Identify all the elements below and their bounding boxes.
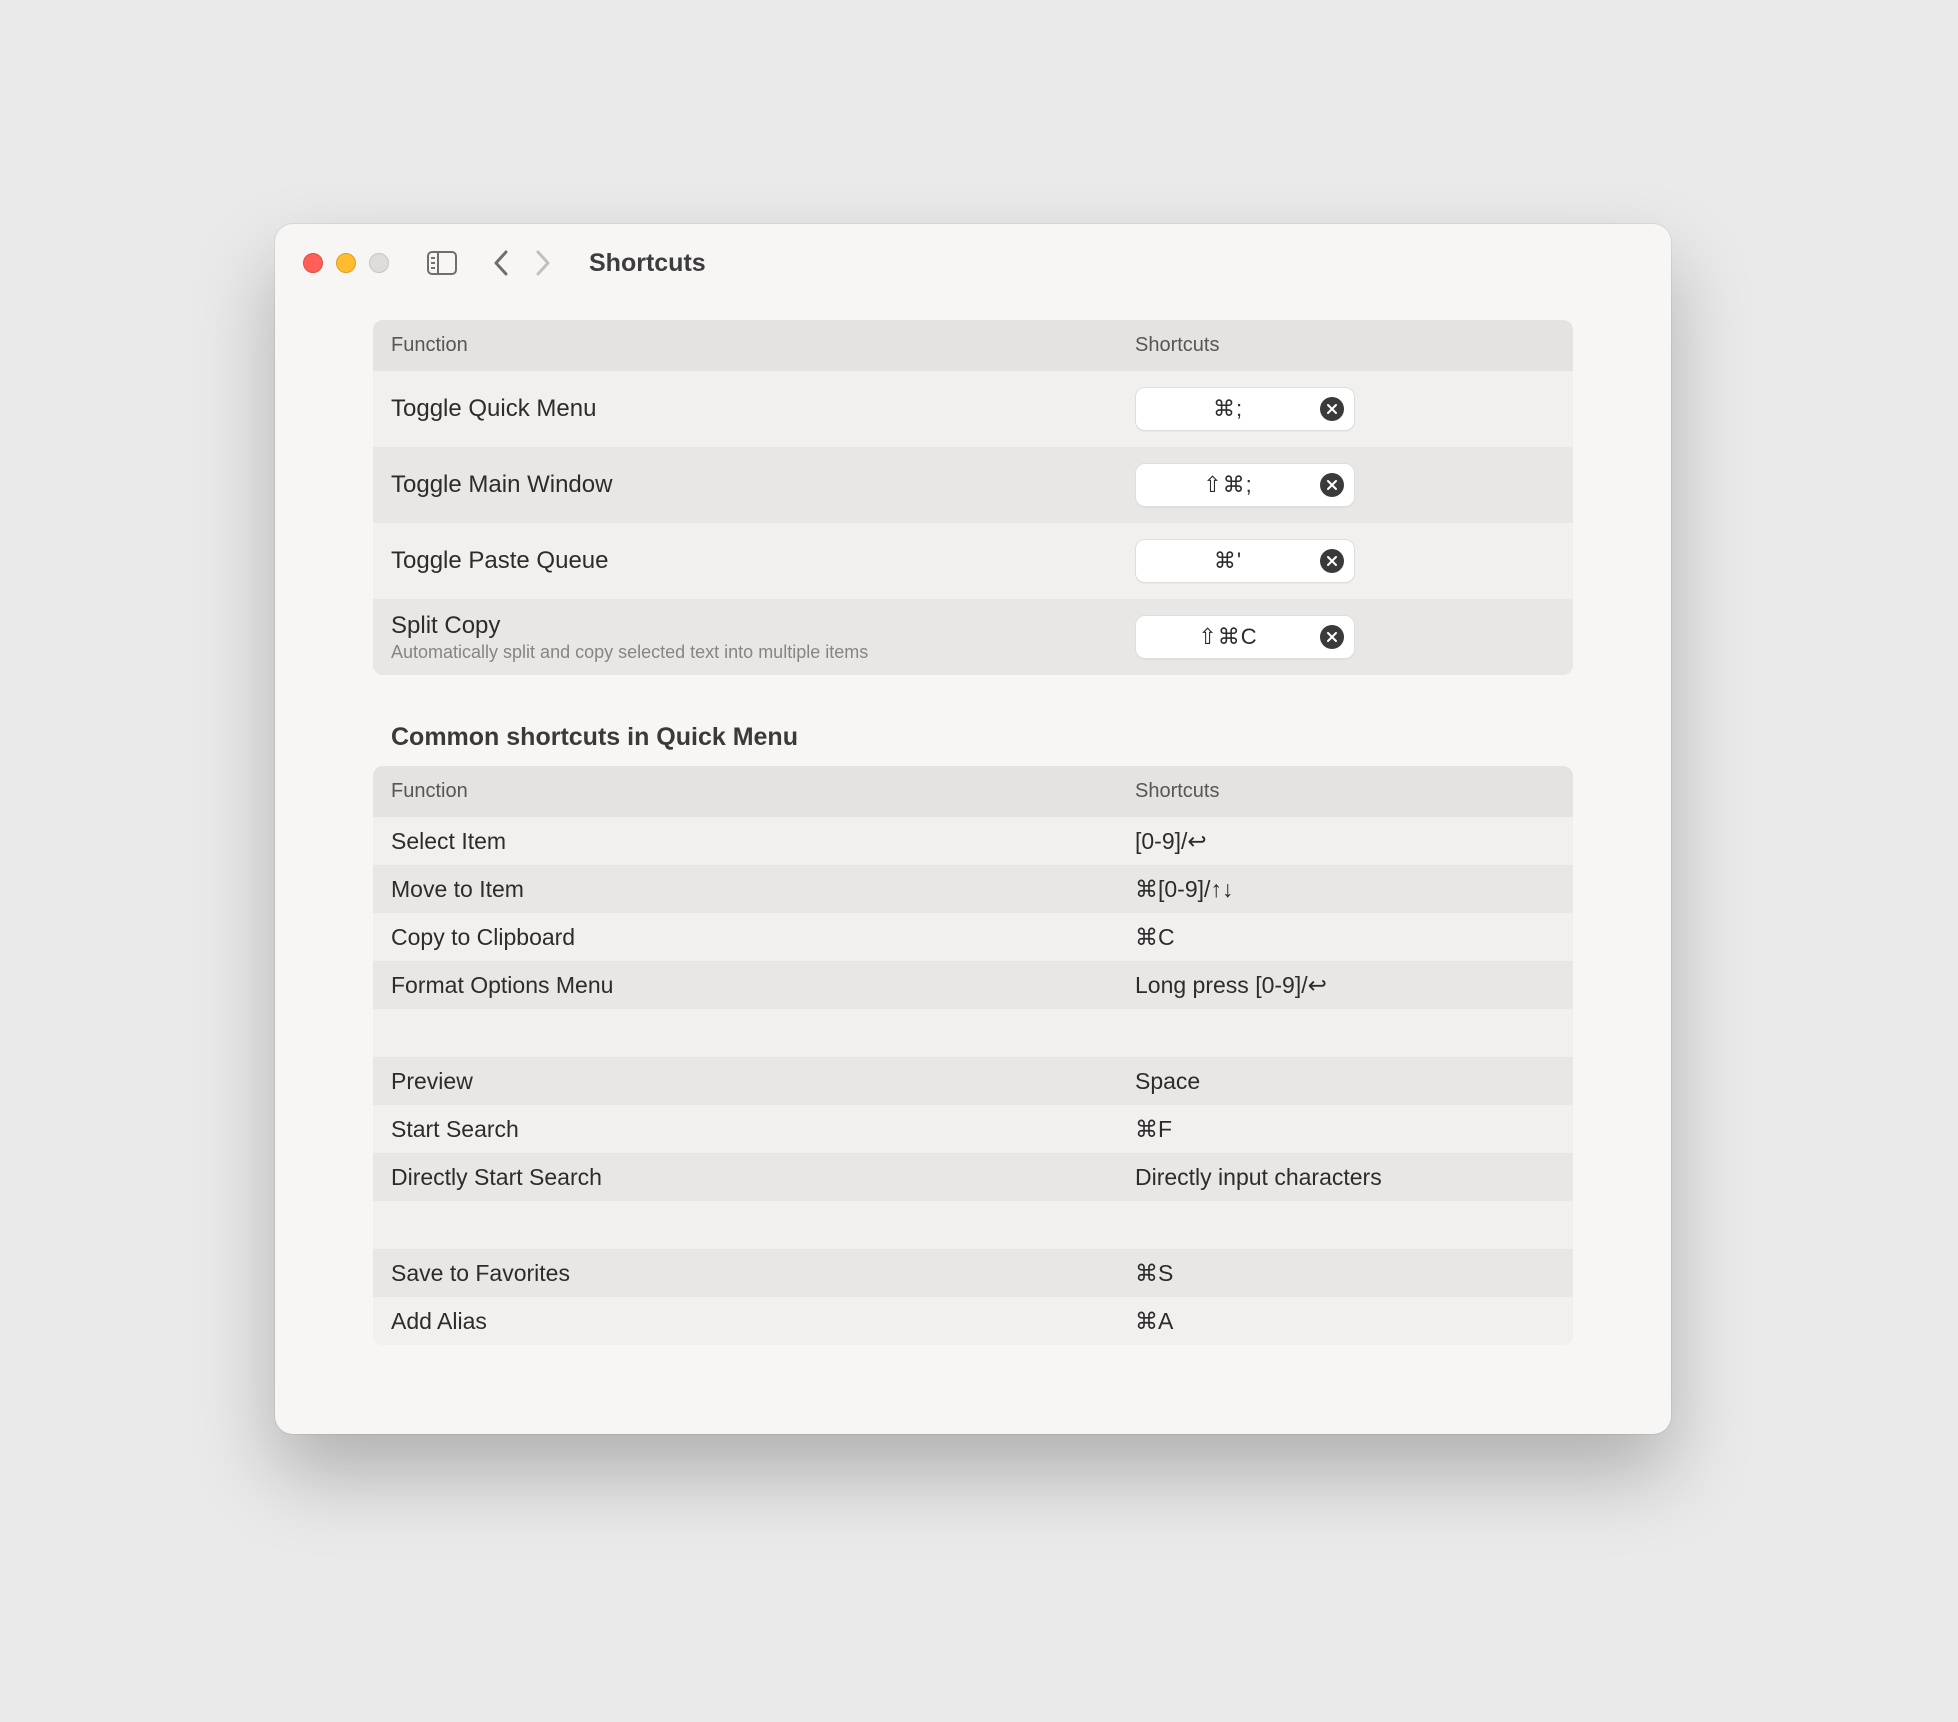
function-label: Copy to Clipboard	[391, 924, 1135, 951]
function-label: Toggle Quick Menu	[391, 395, 1135, 423]
spacer-row	[373, 1009, 1573, 1057]
header-shortcuts: Shortcuts	[1135, 334, 1555, 357]
titlebar: Shortcuts	[275, 224, 1671, 302]
table-header: Function Shortcuts	[373, 766, 1573, 817]
function-label: Start Search	[391, 1116, 1135, 1143]
traffic-lights	[303, 253, 389, 273]
table-row: Add Alias⌘A	[373, 1297, 1573, 1345]
function-cell: Toggle Paste Queue	[391, 537, 1135, 585]
shortcut-key-label: ⌘S	[1135, 1260, 1173, 1287]
function-label: Select Item	[391, 828, 1135, 855]
header-shortcuts: Shortcuts	[1135, 780, 1555, 803]
shortcut-recorder[interactable]: ⌘'	[1135, 539, 1355, 583]
shortcut-cell: ⇧⌘C	[1135, 615, 1555, 659]
shortcut-key-label: ⌘;	[1136, 396, 1320, 422]
table-row: Move to Item⌘[0-9]/↑↓	[373, 865, 1573, 913]
table-row: Directly Start SearchDirectly input char…	[373, 1153, 1573, 1201]
shortcut-recorder[interactable]: ⌘;	[1135, 387, 1355, 431]
shortcut-key-label: Directly input characters	[1135, 1164, 1382, 1191]
spacer-row	[373, 1201, 1573, 1249]
content-area: Function Shortcuts Toggle Quick Menu⌘;To…	[275, 302, 1671, 1345]
table-row: Toggle Quick Menu⌘;	[373, 371, 1573, 447]
forward-button	[535, 250, 551, 276]
function-cell: Add Alias	[391, 1298, 1135, 1345]
nav-controls	[493, 250, 551, 276]
clear-shortcut-icon[interactable]	[1320, 625, 1344, 649]
table-row: Toggle Main Window⇧⌘;	[373, 447, 1573, 523]
close-window-button[interactable]	[303, 253, 323, 273]
function-label: Move to Item	[391, 876, 1135, 903]
shortcut-cell: Space	[1135, 1068, 1555, 1095]
table-row: Format Options MenuLong press [0-9]/↩	[373, 961, 1573, 1009]
function-cell: Format Options Menu	[391, 962, 1135, 1009]
shortcut-key-label: ⌘A	[1135, 1308, 1173, 1335]
function-sublabel: Automatically split and copy selected te…	[391, 642, 1135, 663]
table-row: Start Search⌘F	[373, 1105, 1573, 1153]
function-label: Format Options Menu	[391, 972, 1135, 999]
shortcut-key-label: Long press [0-9]/↩	[1135, 972, 1327, 999]
table-row: Split CopyAutomatically split and copy s…	[373, 599, 1573, 675]
shortcut-cell: Directly input characters	[1135, 1164, 1555, 1191]
function-cell: Directly Start Search	[391, 1154, 1135, 1201]
function-label: Directly Start Search	[391, 1164, 1135, 1191]
function-label: Split Copy	[391, 612, 1135, 640]
shortcut-cell: ⌘C	[1135, 924, 1555, 951]
function-label: Save to Favorites	[391, 1260, 1135, 1287]
function-cell: Toggle Quick Menu	[391, 385, 1135, 433]
shortcut-cell: [0-9]/↩	[1135, 828, 1555, 855]
shortcut-key-label: ⇧⌘C	[1136, 624, 1320, 650]
shortcut-cell: ⌘[0-9]/↑↓	[1135, 876, 1555, 903]
table-row: Copy to Clipboard⌘C	[373, 913, 1573, 961]
header-function: Function	[391, 780, 1135, 803]
function-cell: Toggle Main Window	[391, 461, 1135, 509]
back-button[interactable]	[493, 250, 509, 276]
function-cell: Copy to Clipboard	[391, 914, 1135, 961]
shortcut-cell: ⌘S	[1135, 1260, 1555, 1287]
minimize-window-button[interactable]	[336, 253, 356, 273]
function-label: Toggle Main Window	[391, 471, 1135, 499]
shortcut-cell: ⌘F	[1135, 1116, 1555, 1143]
table-row: PreviewSpace	[373, 1057, 1573, 1105]
clear-shortcut-icon[interactable]	[1320, 397, 1344, 421]
function-cell: Start Search	[391, 1106, 1135, 1153]
shortcut-recorder[interactable]: ⇧⌘C	[1135, 615, 1355, 659]
toggle-sidebar-icon[interactable]	[427, 251, 457, 275]
function-label: Add Alias	[391, 1308, 1135, 1335]
shortcut-key-label: ⌘[0-9]/↑↓	[1135, 876, 1233, 903]
shortcut-cell: ⌘A	[1135, 1308, 1555, 1335]
section-title: Common shortcuts in Quick Menu	[391, 723, 1573, 752]
function-cell: Select Item	[391, 818, 1135, 865]
table-header: Function Shortcuts	[373, 320, 1573, 371]
shortcut-key-label: ⌘C	[1135, 924, 1175, 951]
table-row: Save to Favorites⌘S	[373, 1249, 1573, 1297]
function-cell: Move to Item	[391, 866, 1135, 913]
page-title: Shortcuts	[589, 249, 706, 278]
shortcut-key-label: ⇧⌘;	[1136, 472, 1320, 498]
function-cell: Save to Favorites	[391, 1250, 1135, 1297]
shortcut-cell: ⇧⌘;	[1135, 463, 1555, 507]
clear-shortcut-icon[interactable]	[1320, 549, 1344, 573]
table-row: Toggle Paste Queue⌘'	[373, 523, 1573, 599]
preferences-window: Shortcuts Function Shortcuts Toggle Quic…	[275, 224, 1671, 1434]
function-label: Preview	[391, 1068, 1135, 1095]
function-cell: Preview	[391, 1058, 1135, 1105]
shortcut-cell: Long press [0-9]/↩	[1135, 972, 1555, 999]
header-function: Function	[391, 334, 1135, 357]
table-row: Select Item[0-9]/↩	[373, 817, 1573, 865]
function-cell: Split CopyAutomatically split and copy s…	[391, 602, 1135, 673]
function-label: Toggle Paste Queue	[391, 547, 1135, 575]
clear-shortcut-icon[interactable]	[1320, 473, 1344, 497]
readonly-shortcuts-table: Function Shortcuts Select Item[0-9]/↩Mov…	[373, 766, 1573, 1345]
shortcut-recorder[interactable]: ⇧⌘;	[1135, 463, 1355, 507]
shortcut-key-label: Space	[1135, 1068, 1200, 1095]
shortcut-key-label: ⌘'	[1136, 548, 1320, 574]
shortcut-key-label: ⌘F	[1135, 1116, 1172, 1143]
shortcut-cell: ⌘;	[1135, 387, 1555, 431]
editable-shortcuts-table: Function Shortcuts Toggle Quick Menu⌘;To…	[373, 320, 1573, 675]
shortcut-key-label: [0-9]/↩	[1135, 828, 1207, 855]
shortcut-cell: ⌘'	[1135, 539, 1555, 583]
zoom-window-button	[369, 253, 389, 273]
